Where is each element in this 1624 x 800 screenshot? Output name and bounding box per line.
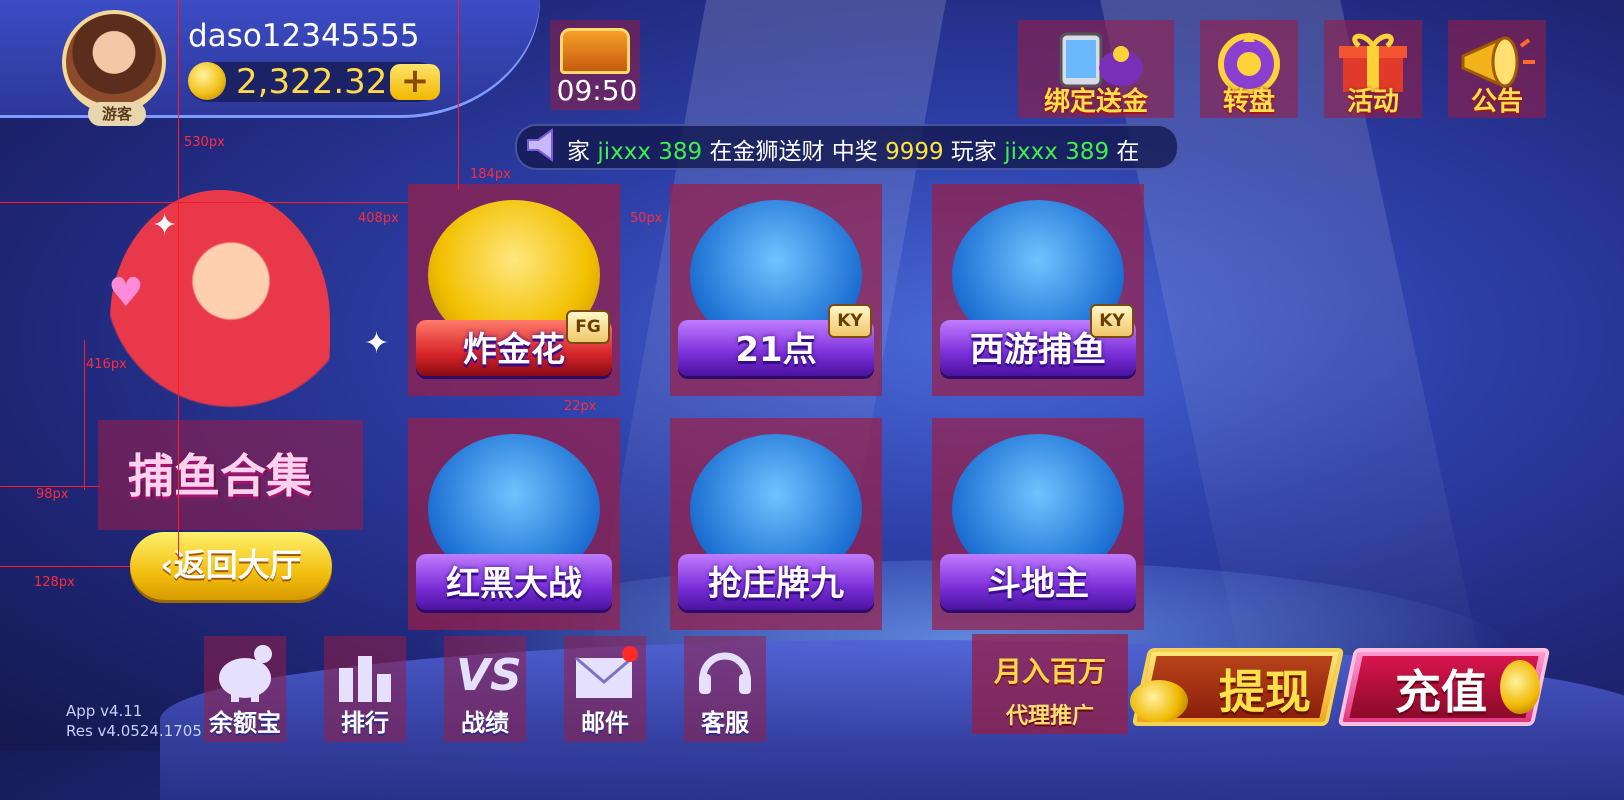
heart-icon: ♥	[108, 270, 144, 316]
mail-icon	[575, 646, 638, 698]
ranking-button[interactable]: 排行	[324, 636, 406, 742]
fishing-collection-label: 捕鱼合集	[128, 449, 312, 503]
game-name: 斗地主	[987, 564, 1089, 604]
top-button-label: 转盘	[1222, 87, 1275, 117]
mermaid-illustration	[110, 190, 330, 450]
game-badge: KY	[828, 304, 872, 338]
game-card-blackjack[interactable]: 21点 KY	[670, 184, 882, 396]
bottom-nav-label: 战绩	[461, 709, 509, 737]
guide-line	[84, 340, 85, 490]
game-badge: FG	[566, 310, 610, 344]
piggy-bank-icon	[219, 645, 272, 702]
guide-label: 184px	[470, 167, 511, 182]
add-balance-button[interactable]: +	[390, 64, 440, 100]
guide-line	[0, 202, 408, 203]
guest-tag: 游客	[88, 102, 146, 126]
records-button[interactable]: VS 战绩	[444, 636, 526, 742]
treasure-chest-icon	[560, 28, 630, 74]
speaker-icon	[527, 128, 553, 162]
marquee-segment: 在	[1109, 139, 1140, 165]
bottom-nav-label: 邮件	[581, 709, 629, 737]
balance-value: 2,322.32	[236, 62, 388, 102]
guide-label: 416px	[86, 357, 127, 372]
guide-label: 50px	[630, 211, 663, 226]
game-card-zhajinhua[interactable]: 炸金花 FG	[408, 184, 620, 396]
wheel-button[interactable]: 转盘	[1200, 20, 1298, 118]
coin-icon	[188, 62, 226, 100]
agent-slogan: 月入百万	[993, 655, 1106, 688]
sparkle-icon: ✦	[152, 208, 178, 243]
vs-record-icon: VS	[456, 650, 520, 701]
coin-icon	[1500, 660, 1540, 714]
game-name: 红黑大战	[446, 564, 582, 604]
announcement-marquee: 家 jixxx 389 在金狮送财 中奖 9999 玩家 jixxx 389 在	[515, 124, 1179, 170]
treasure-timer: 09:50	[556, 74, 638, 107]
headset-icon	[699, 652, 751, 694]
guide-line	[0, 566, 130, 567]
marquee-segment: 家	[567, 139, 598, 165]
marquee-segment: jixxx 389	[1004, 139, 1110, 165]
game-card-red-black[interactable]: 红黑大战	[408, 418, 620, 630]
app-version: App v4.11	[66, 702, 143, 720]
mail-button[interactable]: 邮件	[564, 636, 646, 742]
chevron-left-icon: ‹	[160, 546, 174, 584]
activity-button[interactable]: 活动	[1324, 20, 1422, 118]
bottom-nav-label: 排行	[341, 709, 389, 737]
marquee-segment: 9999	[885, 139, 944, 165]
game-card-doudizhu[interactable]: 斗地主	[932, 418, 1144, 630]
game-card-paijiu[interactable]: 抢庄牌九	[670, 418, 882, 630]
guide-label: 98px	[36, 487, 69, 502]
customer-service-button[interactable]: 客服	[684, 636, 766, 742]
ranking-icon	[339, 656, 391, 702]
guide-label: 128px	[34, 575, 75, 590]
guide-line	[178, 0, 179, 560]
coins-icon	[1130, 680, 1188, 722]
guide-label: 22px	[564, 399, 597, 414]
balance-treasure-button[interactable]: 余额宝	[204, 636, 286, 742]
agent-label: 代理推广	[1005, 704, 1094, 729]
marquee-segment: jixxx 389	[597, 139, 703, 165]
back-to-lobby-button[interactable]: ‹返回大厅	[130, 532, 332, 600]
game-name: 抢庄牌九	[708, 564, 844, 604]
marquee-segment: 在金狮送财 中奖	[702, 139, 886, 165]
game-card-xiyou-fishing[interactable]: 西游捕鱼 KY	[932, 184, 1144, 396]
game-badge: KY	[1090, 304, 1134, 338]
marquee-segment: 玩家	[943, 139, 1005, 165]
marquee-text: 家 jixxx 389 在金狮送财 中奖 9999 玩家 jixxx 389 在	[567, 132, 1139, 166]
guide-line	[458, 0, 459, 190]
username: daso12345555	[188, 18, 420, 54]
top-button-label: 活动	[1346, 87, 1399, 117]
notice-button[interactable]: 公告	[1448, 20, 1546, 118]
guide-label: 408px	[358, 211, 399, 226]
bind-bonus-button[interactable]: 绑定送金	[1018, 20, 1174, 118]
bottom-nav-label: 客服	[701, 709, 749, 737]
top-button-label: 绑定送金	[1043, 87, 1148, 117]
withdraw-label: 提现	[1219, 665, 1311, 719]
sparkle-icon: ✦	[364, 326, 390, 361]
svg-text:VS: VS	[456, 650, 520, 701]
top-button-label: 公告	[1470, 87, 1523, 117]
back-to-lobby-label: 返回大厅	[173, 546, 302, 584]
res-version: Res v4.0524.1705	[66, 722, 202, 740]
bottom-nav-label: 余额宝	[209, 709, 281, 737]
guide-label: 530px	[184, 135, 225, 150]
recharge-label: 充值	[1395, 665, 1487, 719]
avatar[interactable]	[62, 10, 166, 114]
